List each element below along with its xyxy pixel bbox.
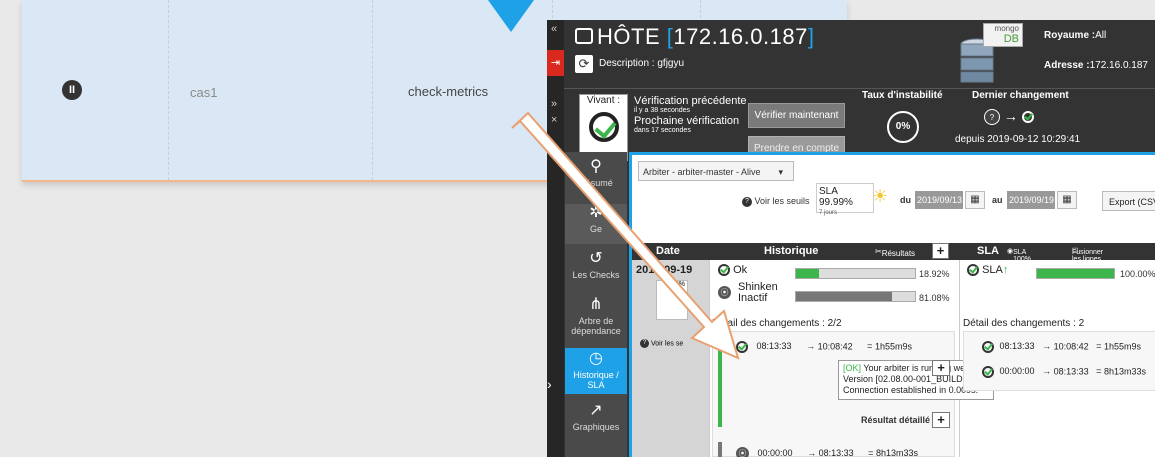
- annotation-arrow-icon: [511, 111, 740, 360]
